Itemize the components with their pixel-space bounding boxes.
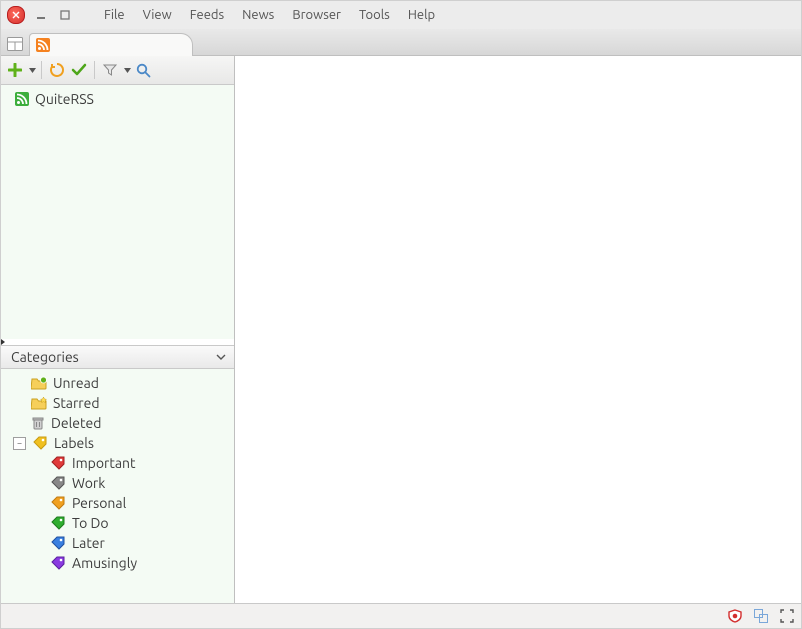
rss-icon [36, 38, 50, 52]
tag-icon [51, 456, 66, 470]
filter-dropdown[interactable] [124, 68, 131, 73]
category-deleted[interactable]: Deleted [1, 413, 234, 433]
sidebar: QuiteRSS Categories Unread [1, 56, 235, 603]
tab-feeds[interactable] [29, 33, 193, 56]
folder-unread-icon [31, 376, 47, 390]
tag-icon [51, 556, 66, 570]
menu-news[interactable]: News [233, 5, 283, 25]
menu-tools[interactable]: Tools [350, 5, 399, 25]
category-label: Unread [53, 375, 99, 391]
label-amusingly[interactable]: Amusingly [1, 553, 234, 573]
collapse-button[interactable]: − [13, 437, 26, 450]
category-unread[interactable]: Unread [1, 373, 234, 393]
adblock-icon[interactable] [727, 608, 743, 624]
window-minimize-button[interactable] [33, 7, 49, 23]
window-close-button[interactable] [7, 6, 25, 24]
titlebar: File View Feeds News Browser Tools Help [1, 1, 801, 29]
label-text: Personal [72, 495, 126, 511]
folder-star-icon [31, 396, 47, 410]
label-text: Important [72, 455, 136, 471]
label-text: To Do [72, 515, 109, 531]
tag-icon [51, 496, 66, 510]
menu-browser[interactable]: Browser [283, 5, 350, 25]
label-work[interactable]: Work [1, 473, 234, 493]
statusbar [1, 603, 801, 628]
label-personal[interactable]: Personal [1, 493, 234, 513]
add-feed-button[interactable] [5, 60, 25, 80]
menu-file[interactable]: File [95, 5, 134, 25]
label-text: Later [72, 535, 105, 551]
tag-icon [33, 436, 48, 450]
label-text: Work [72, 475, 105, 491]
panel-toggle-button[interactable] [3, 33, 27, 55]
category-starred[interactable]: Starred [1, 393, 234, 413]
tabstrip [1, 29, 801, 56]
category-label: Deleted [51, 415, 101, 431]
categories-header[interactable]: Categories [1, 345, 234, 369]
label-text: Amusingly [72, 555, 137, 571]
menubar: File View Feeds News Browser Tools Help [95, 5, 444, 25]
app-window: File View Feeds News Browser Tools Help [0, 0, 802, 629]
chevron-down-icon[interactable] [216, 354, 226, 360]
add-feed-dropdown[interactable] [29, 68, 36, 73]
sidebar-toolbar [1, 56, 234, 85]
label-important[interactable]: Important [1, 453, 234, 473]
feed-label: QuiteRSS [35, 91, 94, 107]
feed-tree[interactable]: QuiteRSS [1, 85, 234, 339]
filter-button[interactable] [100, 60, 120, 80]
layout-icon[interactable] [753, 608, 769, 624]
window-maximize-button[interactable] [57, 7, 73, 23]
category-label: Labels [54, 435, 94, 451]
category-labels[interactable]: − Labels [1, 433, 234, 453]
label-todo[interactable]: To Do [1, 513, 234, 533]
label-later[interactable]: Later [1, 533, 234, 553]
main-content [235, 56, 801, 603]
search-button[interactable] [133, 60, 153, 80]
feed-item[interactable]: QuiteRSS [1, 89, 234, 109]
tag-icon [51, 476, 66, 490]
fullscreen-icon[interactable] [779, 608, 795, 624]
tag-icon [51, 536, 66, 550]
trash-icon [31, 416, 45, 430]
categories-title: Categories [11, 349, 79, 365]
mark-read-button[interactable] [69, 60, 89, 80]
rss-green-icon [15, 92, 29, 106]
menu-view[interactable]: View [134, 5, 181, 25]
categories-tree[interactable]: Unread Starred Deleted − [1, 369, 234, 603]
menu-help[interactable]: Help [399, 5, 444, 25]
refresh-button[interactable] [47, 60, 67, 80]
tag-icon [51, 516, 66, 530]
category-label: Starred [53, 395, 100, 411]
menu-feeds[interactable]: Feeds [181, 5, 233, 25]
